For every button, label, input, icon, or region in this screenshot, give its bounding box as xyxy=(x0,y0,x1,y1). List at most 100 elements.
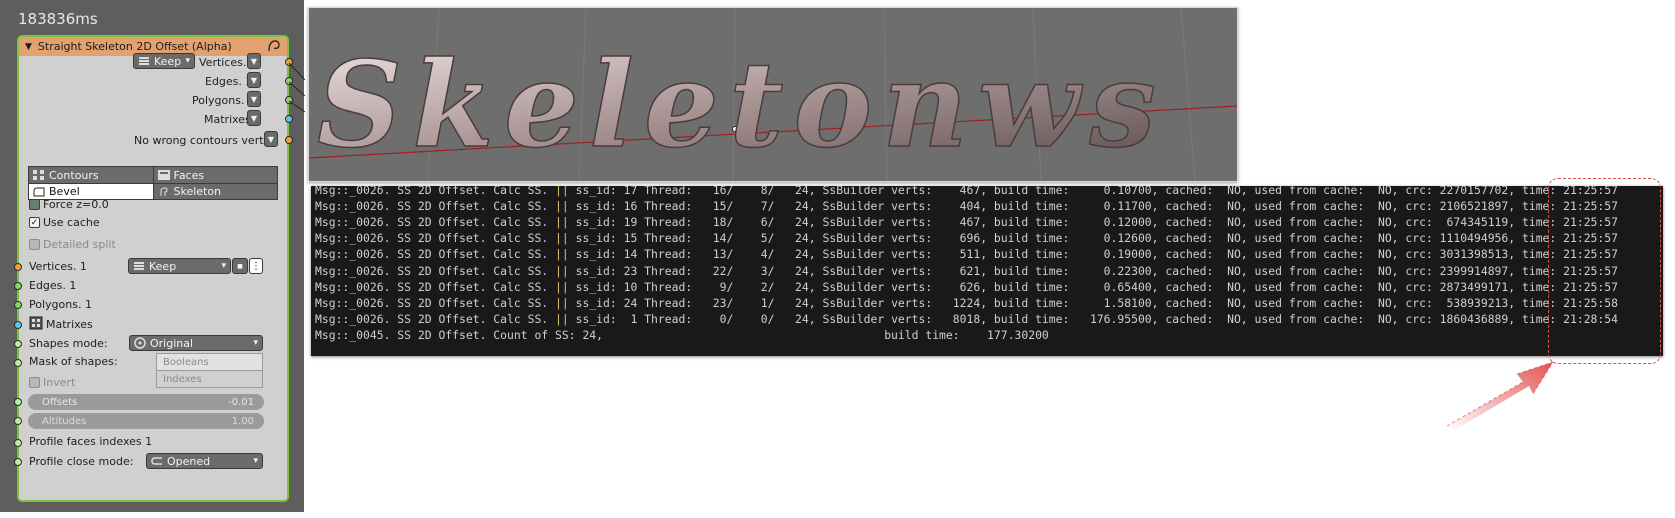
mask-option-booleans[interactable]: Booleans xyxy=(157,354,262,371)
altitudes-slider[interactable]: Altitudes 1.00 xyxy=(28,413,264,429)
altitudes-value: 1.00 xyxy=(231,415,254,427)
console-line-separator: || xyxy=(555,215,569,230)
console-line-prefix: Msg::_0026. SS 2D Offset. Calc SS. xyxy=(315,279,556,294)
profile-close-dropdown[interactable]: Opened ▾ xyxy=(146,453,263,469)
input-polygons-label: Polygons. 1 xyxy=(29,298,92,311)
skeleton-3d-text: Skeletonws xyxy=(317,35,1166,174)
console-line-separator: || xyxy=(555,231,569,246)
mask-socket[interactable] xyxy=(14,359,22,367)
invert-checkbox[interactable] xyxy=(29,377,40,388)
curve-icon xyxy=(268,40,280,52)
mode-contours-label: Contours xyxy=(49,168,99,182)
faces-icon xyxy=(157,170,170,180)
input-edges-socket[interactable] xyxy=(14,282,22,290)
mask-label: Mask of shapes: xyxy=(29,355,118,368)
profile-faces-label: Profile faces indexes 1 xyxy=(29,435,153,448)
use-cache-checkbox[interactable]: ✓ xyxy=(29,217,40,228)
console-line-body: ss_id: 19 Thread: 18/ 6/ 24, SsBuilder v… xyxy=(568,215,1618,230)
mask-options: Booleans Indexes xyxy=(156,353,263,388)
profile-close-value: Opened xyxy=(167,454,211,468)
output-keep-value: Keep xyxy=(154,54,182,68)
console-line: Msg::_0026. SS 2D Offset. Calc SS. || ss… xyxy=(315,198,1618,215)
console-line: Msg::_0026. SS 2D Offset. Calc SS. || ss… xyxy=(315,295,1618,312)
console-line-separator: || xyxy=(555,279,569,294)
console-line-body: ss_id: 17 Thread: 16/ 8/ 24, SsBuilder v… xyxy=(568,186,1618,197)
detailed-split-checkbox[interactable] xyxy=(29,239,40,250)
mode-bevel-label: Bevel xyxy=(49,185,80,198)
input-polygons-socket[interactable] xyxy=(14,301,22,309)
input-vertices-socket[interactable] xyxy=(14,263,22,271)
console-line: Msg::_0026. SS 2D Offset. Calc SS. || ss… xyxy=(315,246,1618,263)
list-icon xyxy=(139,57,149,65)
profile-faces-socket[interactable] xyxy=(14,439,22,447)
chevron-down-icon: ▾ xyxy=(253,338,258,348)
console-line-body: ss_id: 16 Thread: 15/ 7/ 24, SsBuilder v… xyxy=(568,199,1618,214)
altitudes-socket[interactable] xyxy=(14,417,22,425)
force-z-checkbox[interactable] xyxy=(29,199,40,210)
chevron-down-icon: ▾ xyxy=(185,56,190,66)
offsets-slider[interactable]: Offsets -0.01 xyxy=(28,394,264,410)
console-line-prefix: Msg::_0026. SS 2D Offset. Calc SS. xyxy=(315,311,556,326)
profile-close-socket[interactable] xyxy=(14,458,22,466)
console-line-separator: || xyxy=(555,186,569,197)
console-line: Msg::_0026. SS 2D Offset. Calc SS. || ss… xyxy=(315,279,1618,296)
node-timing-label: 183836ms xyxy=(18,10,98,28)
collapse-chevron-icon[interactable]: ▼ xyxy=(25,42,32,52)
bevel-icon xyxy=(33,187,45,196)
node-editor-area: 183836ms ▼ Straight Skeleton 2D Offset (… xyxy=(0,0,305,512)
console-line-body: ss_id: 15 Thread: 14/ 5/ 24, SsBuilder v… xyxy=(568,231,1618,246)
console-line-separator: || xyxy=(555,247,569,262)
contours-icon xyxy=(33,170,44,180)
detailed-split-label: Detailed split xyxy=(43,238,116,251)
input-matrixes-socket[interactable] xyxy=(14,321,22,329)
chevron-down-icon: ▾ xyxy=(221,261,226,271)
console-line-prefix: Msg::_0026. SS 2D Offset. Calc SS. xyxy=(315,231,556,246)
straight-skeleton-node[interactable]: ▼ Straight Skeleton 2D Offset (Alpha) Ke… xyxy=(14,35,293,502)
viewport-canvas: Skeletonws xyxy=(308,7,1238,182)
console-line-separator: || xyxy=(555,263,569,278)
shapes-mode-value: Original xyxy=(150,336,194,350)
input-vertices-square-button[interactable]: ■ xyxy=(232,258,248,274)
skeleton-icon xyxy=(160,186,168,196)
console-output[interactable]: Msg::_0026. SS 2D Offset. Calc SS. || ss… xyxy=(311,186,1663,356)
offsets-label: Offsets xyxy=(42,396,78,408)
console-line-prefix: Msg::_0026. SS 2D Offset. Calc SS. xyxy=(315,215,556,230)
highlight-box xyxy=(1548,178,1661,364)
input-vertices-more-button[interactable]: ⋮ xyxy=(249,258,263,274)
mask-option-indexes[interactable]: Indexes xyxy=(157,371,262,387)
input-vertices-keep-value: Keep xyxy=(149,259,177,273)
node-link-wires xyxy=(289,62,305,113)
use-cache-label: Use cache xyxy=(43,216,100,229)
mode-selector: Contours Faces Bevel Skeleton xyxy=(28,166,278,200)
pointer-arrow-icon xyxy=(1446,361,1555,430)
film-icon xyxy=(134,337,146,349)
output-vertices-menu-button[interactable]: ▼ xyxy=(247,53,261,69)
altitudes-label: Altitudes xyxy=(42,415,87,427)
output-keep-dropdown[interactable]: Keep ▾ xyxy=(133,53,195,69)
console-line-body: ss_id: 10 Thread: 9/ 2/ 24, SsBuilder ve… xyxy=(568,279,1618,294)
chevron-down-icon: ▾ xyxy=(253,456,258,466)
viewport-3d[interactable]: Skeletonws xyxy=(308,7,1238,182)
mode-skeleton-button[interactable]: Skeleton xyxy=(153,184,277,199)
console-line-separator: || xyxy=(555,295,569,310)
invert-label: Invert xyxy=(43,376,76,389)
shapes-mode-socket[interactable] xyxy=(14,340,22,348)
shapes-mode-dropdown[interactable]: Original ▾ xyxy=(129,335,263,351)
console-line-prefix: Msg::_0045. SS 2D Offset. Count of SS: 2… xyxy=(315,327,1049,342)
output-edges-menu-button[interactable]: ▼ xyxy=(247,72,261,88)
mode-faces-button[interactable]: Faces xyxy=(153,167,277,183)
console-line: Msg::_0026. SS 2D Offset. Calc SS. || ss… xyxy=(315,263,1618,280)
output-edges-label: Edges. 1 xyxy=(205,75,253,88)
output-polygons-menu-button[interactable]: ▼ xyxy=(247,91,261,107)
output-wrong-contours-menu-button[interactable]: ▼ xyxy=(264,131,278,147)
mode-contours-button[interactable]: Contours xyxy=(29,167,154,183)
mode-bevel-button[interactable]: Bevel xyxy=(29,184,154,199)
output-matrixes-menu-button[interactable]: ▼ xyxy=(247,110,261,126)
console-line: Msg::_0045. SS 2D Offset. Count of SS: 2… xyxy=(315,327,1049,344)
console-line-separator: || xyxy=(555,311,569,326)
input-vertices-keep-dropdown[interactable]: Keep ▾ xyxy=(128,258,231,274)
mode-faces-label: Faces xyxy=(173,168,205,182)
offsets-value: -0.01 xyxy=(228,396,254,408)
offsets-socket[interactable] xyxy=(14,398,22,406)
console-line-prefix: Msg::_0026. SS 2D Offset. Calc SS. xyxy=(315,247,556,262)
